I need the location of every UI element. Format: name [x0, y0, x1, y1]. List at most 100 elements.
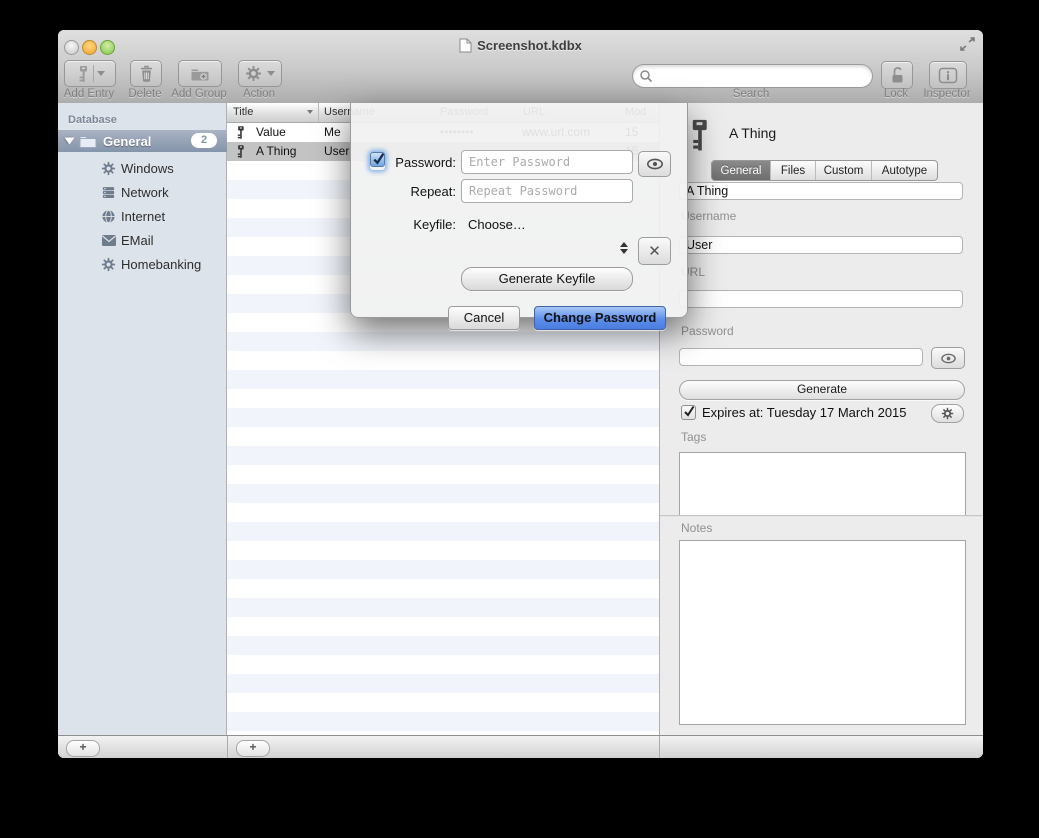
stepper-icon[interactable] — [620, 242, 628, 254]
app-window: Screenshot.kdbx Add Entry Delete Add Gro… — [58, 30, 983, 758]
cell-title: A Thing — [256, 144, 296, 158]
key-icon — [687, 116, 710, 154]
sidebar: Database General 2 Windows Network Inter… — [58, 103, 227, 735]
sidebar-group-label: General — [103, 134, 151, 149]
inspector-button[interactable] — [929, 61, 967, 89]
sidebar-item-label: Homebanking — [121, 257, 201, 272]
tab-general[interactable]: General — [712, 161, 771, 180]
add-entry-plus-button[interactable]: + — [236, 740, 270, 757]
change-password-button[interactable]: Change Password — [534, 306, 666, 330]
repeat-input[interactable] — [461, 179, 633, 203]
expand-icon[interactable] — [960, 37, 975, 51]
tab-files[interactable]: Files — [771, 161, 816, 180]
gear-icon — [100, 257, 117, 272]
server-icon — [100, 185, 117, 200]
group-badge: 2 — [191, 133, 217, 148]
gear-icon — [100, 161, 117, 176]
bottom-bar: + + — [58, 735, 983, 758]
repeat-label: Repeat: — [351, 184, 456, 199]
inspector-panel: A Thing General Files Custom Autotype Us… — [659, 103, 983, 735]
add-group-button[interactable] — [178, 60, 222, 87]
key-icon — [76, 65, 90, 83]
eye-icon — [940, 353, 957, 364]
key-icon — [235, 144, 246, 159]
info-icon — [938, 67, 958, 84]
tags-box[interactable] — [679, 452, 966, 516]
expires-row: Expires at: Tuesday 17 March 2015 — [681, 405, 907, 420]
username-label: Username — [681, 209, 736, 223]
keyfile-popup[interactable]: Choose… — [468, 217, 526, 232]
title-field[interactable] — [679, 182, 963, 200]
sidebar-item-windows[interactable]: Windows — [58, 156, 227, 180]
check-icon — [682, 404, 696, 418]
clear-keyfile-button[interactable]: ✕ — [638, 237, 671, 265]
notes-box[interactable] — [679, 540, 966, 725]
url-field[interactable] — [679, 290, 963, 308]
trash-icon — [138, 65, 155, 83]
expires-options-button[interactable] — [931, 404, 964, 423]
password-label: Password: — [351, 155, 456, 170]
chevron-down-icon — [267, 71, 275, 76]
section-divider — [660, 515, 983, 517]
password-label: Password — [681, 324, 734, 338]
divider — [227, 736, 228, 758]
search-label: Search — [733, 88, 769, 100]
generate-keyfile-button[interactable]: Generate Keyfile — [461, 267, 633, 291]
action-button[interactable] — [238, 60, 282, 87]
delete-button[interactable] — [130, 60, 162, 87]
delete-label: Delete — [128, 88, 161, 100]
generate-button[interactable]: Generate — [679, 380, 965, 400]
window-title: Screenshot.kdbx — [58, 38, 983, 53]
search-icon — [639, 69, 653, 83]
sidebar-header: Database — [68, 114, 117, 126]
sidebar-item-internet[interactable]: Internet — [58, 204, 227, 228]
titlebar: Screenshot.kdbx Add Entry Delete Add Gro… — [58, 30, 983, 104]
tab-custom[interactable]: Custom — [816, 161, 872, 180]
sidebar-item-network[interactable]: Network — [58, 180, 227, 204]
add-entry-label: Add Entry — [64, 88, 115, 100]
username-field[interactable] — [679, 236, 963, 254]
cell-username: Me — [324, 125, 341, 139]
folder-plus-icon — [190, 66, 210, 82]
sidebar-item-homebanking[interactable]: Homebanking — [58, 252, 227, 276]
sidebar-item-label: Internet — [121, 209, 165, 224]
add-group-plus-button[interactable]: + — [66, 740, 100, 757]
notes-label: Notes — [681, 521, 712, 535]
search-field[interactable] — [632, 64, 873, 88]
password-field[interactable] — [679, 348, 923, 366]
document-icon — [459, 38, 472, 53]
search-input[interactable] — [657, 67, 866, 83]
action-label: Action — [243, 88, 275, 100]
gear-icon — [245, 65, 262, 82]
disclosure-triangle-icon[interactable] — [65, 138, 75, 145]
inspector-tabs: General Files Custom Autotype — [711, 160, 938, 181]
lock-open-icon — [889, 66, 906, 84]
column-title[interactable]: Title — [233, 106, 253, 118]
expires-checkbox[interactable] — [681, 405, 696, 420]
cell-title: Value — [256, 125, 286, 139]
add-group-label: Add Group — [171, 88, 227, 100]
chevron-down-icon — [97, 71, 105, 76]
show-password-button[interactable] — [638, 151, 671, 177]
add-entry-button[interactable] — [64, 60, 116, 87]
sidebar-item-email[interactable]: EMail — [58, 228, 227, 252]
sidebar-group-general[interactable]: General 2 — [58, 130, 227, 152]
globe-icon — [100, 209, 117, 224]
x-icon: ✕ — [648, 244, 661, 259]
folder-icon — [79, 134, 97, 148]
key-icon — [235, 125, 246, 140]
envelope-icon — [100, 234, 117, 247]
divider — [93, 65, 94, 82]
password-input[interactable] — [461, 150, 633, 174]
divider — [659, 736, 660, 758]
keyfile-label: Keyfile: — [351, 217, 456, 232]
reveal-password-button[interactable] — [931, 347, 965, 369]
sidebar-item-label: EMail — [121, 233, 154, 248]
inspector-entry-title: A Thing — [729, 125, 776, 141]
expires-label: Expires at: Tuesday 17 March 2015 — [702, 405, 907, 420]
lock-button[interactable] — [881, 61, 913, 89]
cancel-button[interactable]: Cancel — [448, 306, 520, 330]
tab-autotype[interactable]: Autotype — [872, 161, 937, 180]
sidebar-item-label: Network — [121, 185, 169, 200]
column-separator[interactable] — [318, 103, 319, 122]
